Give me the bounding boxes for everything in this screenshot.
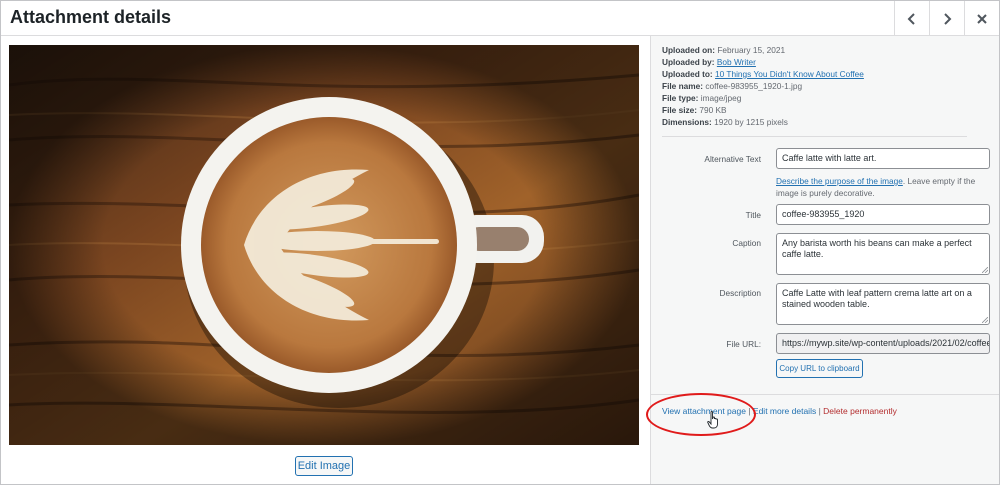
attachment-actions: View attachment page | Edit more details… <box>662 406 897 416</box>
caption-label: Caption <box>732 238 761 248</box>
description-field[interactable]: Caffe Latte with leaf pattern crema latt… <box>776 283 990 325</box>
meta-file-type: File type: image/jpeg <box>662 93 742 103</box>
title-label: Title <box>745 210 761 220</box>
alt-text-help: Describe the purpose of the image. Leave… <box>776 176 976 198</box>
modal-header: Attachment details <box>1 1 999 36</box>
caption-field[interactable]: Any barista worth his beans can make a p… <box>776 233 990 275</box>
close-button[interactable] <box>964 1 999 36</box>
copy-url-button[interactable]: Copy URL to clipboard <box>776 359 863 378</box>
title-field[interactable]: coffee-983955_1920 <box>776 204 990 225</box>
meta-uploaded-to: Uploaded to: 10 Things You Didn't Know A… <box>662 69 864 79</box>
file-metadata: Uploaded on: February 15, 2021 Uploaded … <box>662 44 864 128</box>
meta-uploaded-by: Uploaded by: Bob Writer <box>662 57 756 67</box>
resize-grip-icon[interactable] <box>982 267 988 273</box>
close-icon <box>977 13 987 24</box>
modal-title: Attachment details <box>10 7 172 27</box>
divider <box>651 394 999 395</box>
resize-grip-icon[interactable] <box>982 317 988 323</box>
previous-button[interactable] <box>894 1 929 36</box>
divider <box>662 136 967 137</box>
next-button[interactable] <box>929 1 964 36</box>
attachment-image <box>9 45 639 445</box>
alt-text-field[interactable]: Caffe latte with latte art. <box>776 148 990 169</box>
meta-file-name: File name: coffee-983955_1920-1.jpg <box>662 81 803 91</box>
meta-dimensions: Dimensions: 1920 by 1215 pixels <box>662 117 788 127</box>
post-link[interactable]: 10 Things You Didn't Know About Coffee <box>715 69 864 79</box>
details-sidebar: Uploaded on: February 15, 2021 Uploaded … <box>650 36 999 484</box>
image-preview-pane: Edit Image <box>1 36 650 484</box>
delete-permanently-link[interactable]: Delete permanently <box>823 406 897 416</box>
author-link[interactable]: Bob Writer <box>717 57 756 67</box>
chevron-right-icon <box>944 12 952 25</box>
meta-file-size: File size: 790 KB <box>662 105 727 115</box>
description-label: Description <box>719 288 761 298</box>
edit-more-details-link[interactable]: Edit more details <box>753 406 816 416</box>
coffee-photo <box>9 45 639 445</box>
attachment-details-modal: Attachment details Edit Image Uploaded o… <box>0 0 1000 485</box>
alt-text-label: Alternative Text <box>704 154 761 164</box>
alt-text-help-link[interactable]: Describe the purpose of the image <box>776 176 903 186</box>
chevron-left-icon <box>907 12 915 25</box>
hand-pointer-cursor-icon <box>707 411 718 429</box>
file-url-field[interactable]: https://mywp.site/wp-content/uploads/202… <box>776 333 990 354</box>
meta-uploaded-on: Uploaded on: February 15, 2021 <box>662 45 786 55</box>
edit-image-button[interactable]: Edit Image <box>295 456 353 476</box>
file-url-label: File URL: <box>726 339 761 349</box>
view-attachment-page-link[interactable]: View attachment page <box>662 406 746 416</box>
